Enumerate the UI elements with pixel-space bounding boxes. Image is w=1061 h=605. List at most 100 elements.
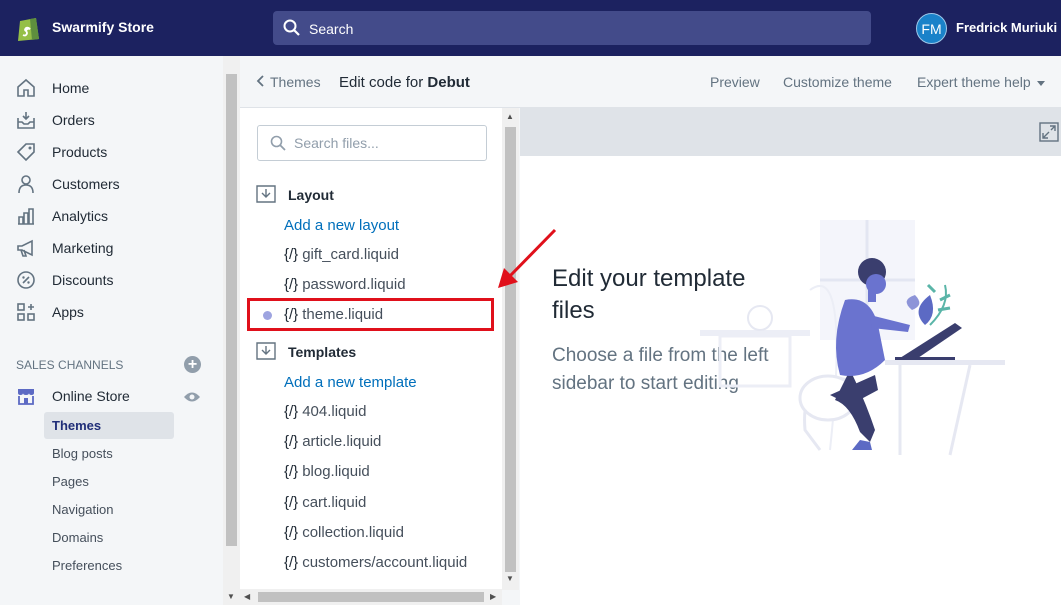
code-file-icon: {/} [284,494,299,511]
file-item[interactable]: {/} 404.liquid [284,403,366,425]
code-file-icon: {/} [284,524,299,541]
file-tree-vscrollbar-thumb[interactable] [505,127,516,572]
file-name: gift_card.liquid [302,246,399,263]
discount-icon [17,271,35,289]
top-bar: Swarmify Store Search FM Fredrick Muriuk… [0,0,1061,56]
sidebar-item-label: Products [52,144,108,160]
sales-channels-header: SALES CHANNELS [16,358,124,372]
sidebar-item-customers[interactable]: Customers [0,170,223,198]
file-item[interactable]: {/} collection.liquid [284,524,404,546]
chevron-down-icon[interactable] [1037,81,1045,86]
add-layout-link[interactable]: Add a new layout [284,217,399,234]
file-name: 404.liquid [302,403,367,420]
store-name[interactable]: Swarmify Store [52,19,154,35]
file-search-input[interactable] [294,134,474,152]
expert-help-button[interactable]: Expert theme help [917,74,1031,90]
chevron-left-icon[interactable] [256,74,266,88]
sidebar-item-analytics[interactable]: Analytics [0,202,223,230]
subitem-label: Blog posts [52,446,113,461]
sidebar-item-label: Home [52,80,90,96]
bar-chart-icon [18,208,34,225]
sidebar-item-home[interactable]: Home [0,74,223,102]
file-name: password.liquid [302,276,406,293]
subitem-label: Preferences [52,558,123,573]
store-icon [18,389,34,405]
file-item[interactable]: {/} customers/account.liquid [284,554,467,576]
sidebar-scrollbar-thumb[interactable] [226,74,237,546]
sidebar-item-label: Orders [52,112,95,128]
file-name: collection.liquid [302,524,404,541]
folder-download-icon[interactable] [256,342,276,360]
annotation-highlight-box [247,298,494,331]
megaphone-icon [17,239,33,257]
expand-icon[interactable] [1039,122,1059,142]
orders-icon [17,112,35,129]
red-arrow-annotation [498,228,557,288]
code-file-icon: {/} [284,403,299,420]
sidebar-item-discounts[interactable]: Discounts [0,266,223,294]
subitem-label: Themes [52,418,102,433]
edit-prefix: Edit code for [339,74,428,91]
search-icon [270,135,286,151]
folder-label-templates[interactable]: Templates [288,344,356,360]
person-icon [18,175,34,194]
file-item[interactable]: {/} gift_card.liquid [284,246,399,268]
sidebar-subitem-navigation[interactable]: Navigation [44,496,174,523]
file-item[interactable]: {/} password.liquid [284,276,406,298]
sidebar-item-apps[interactable]: Apps [0,298,223,326]
sidebar-item-products[interactable]: Products [0,138,223,166]
search-icon [283,19,300,36]
file-tree-hscrollbar-thumb[interactable] [258,592,484,602]
subitem-label: Domains [52,530,104,545]
avatar[interactable]: FM [916,13,947,44]
eye-icon[interactable] [183,390,201,404]
theme-name: Debut [427,74,470,91]
file-name: customers/account.liquid [302,554,468,571]
code-file-icon: {/} [284,433,299,450]
sidebar-item-marketing[interactable]: Marketing [0,234,223,262]
file-item[interactable]: {/} article.liquid [284,433,381,455]
scroll-left-arrow-icon[interactable]: ◀ [244,592,250,601]
sidebar-subitem-blog-posts[interactable]: Blog posts [44,440,174,467]
code-file-icon: {/} [284,463,299,480]
sidebar-subitem-themes[interactable]: Themes [44,412,174,439]
sidebar-subitem-pages[interactable]: Pages [44,468,174,495]
code-file-icon: {/} [284,554,299,571]
file-tree-panel [240,108,502,590]
scroll-right-arrow-icon[interactable]: ▶ [490,592,496,601]
page-title: Edit code for Debut [339,74,470,91]
editor-toolbar [520,108,1061,156]
sidebar-item-label: Apps [52,304,84,320]
sidebar-subitem-preferences[interactable]: Preferences [44,552,174,579]
scroll-up-arrow-icon[interactable]: ▲ [506,112,514,121]
sidebar-item-orders[interactable]: Orders [0,106,223,134]
add-channel-icon[interactable]: + [184,356,201,373]
file-item[interactable]: {/} cart.liquid [284,494,366,516]
sidebar-item-label: Online Store [52,388,130,404]
subitem-label: Navigation [52,502,114,517]
code-file-icon: {/} [284,276,299,293]
sidebar-subitem-domains[interactable]: Domains [44,524,174,551]
scroll-down-arrow-icon[interactable]: ▼ [227,592,235,601]
shopify-bag-icon[interactable] [16,14,42,42]
sidebar-item-label: Marketing [52,240,114,256]
global-search[interactable]: Search [273,11,871,45]
file-item[interactable]: {/} blog.liquid [284,463,370,485]
apps-icon [17,303,35,321]
file-name: blog.liquid [302,463,370,480]
sidebar-item-label: Customers [52,176,120,192]
file-search[interactable] [257,125,487,161]
scroll-down-arrow-icon[interactable]: ▼ [506,574,514,583]
file-name: cart.liquid [302,494,367,511]
preview-button[interactable]: Preview [710,74,760,90]
folder-download-icon[interactable] [256,185,276,203]
tag-icon [16,143,35,162]
user-name[interactable]: Fredrick Muriuki [956,20,1057,35]
home-icon [17,78,35,97]
customize-theme-button[interactable]: Customize theme [783,74,892,90]
search-label: Search [309,21,354,37]
add-template-link[interactable]: Add a new template [284,374,417,391]
back-to-themes-link[interactable]: Themes [270,74,321,90]
file-name: article.liquid [302,433,382,450]
folder-label-layout[interactable]: Layout [288,187,334,203]
